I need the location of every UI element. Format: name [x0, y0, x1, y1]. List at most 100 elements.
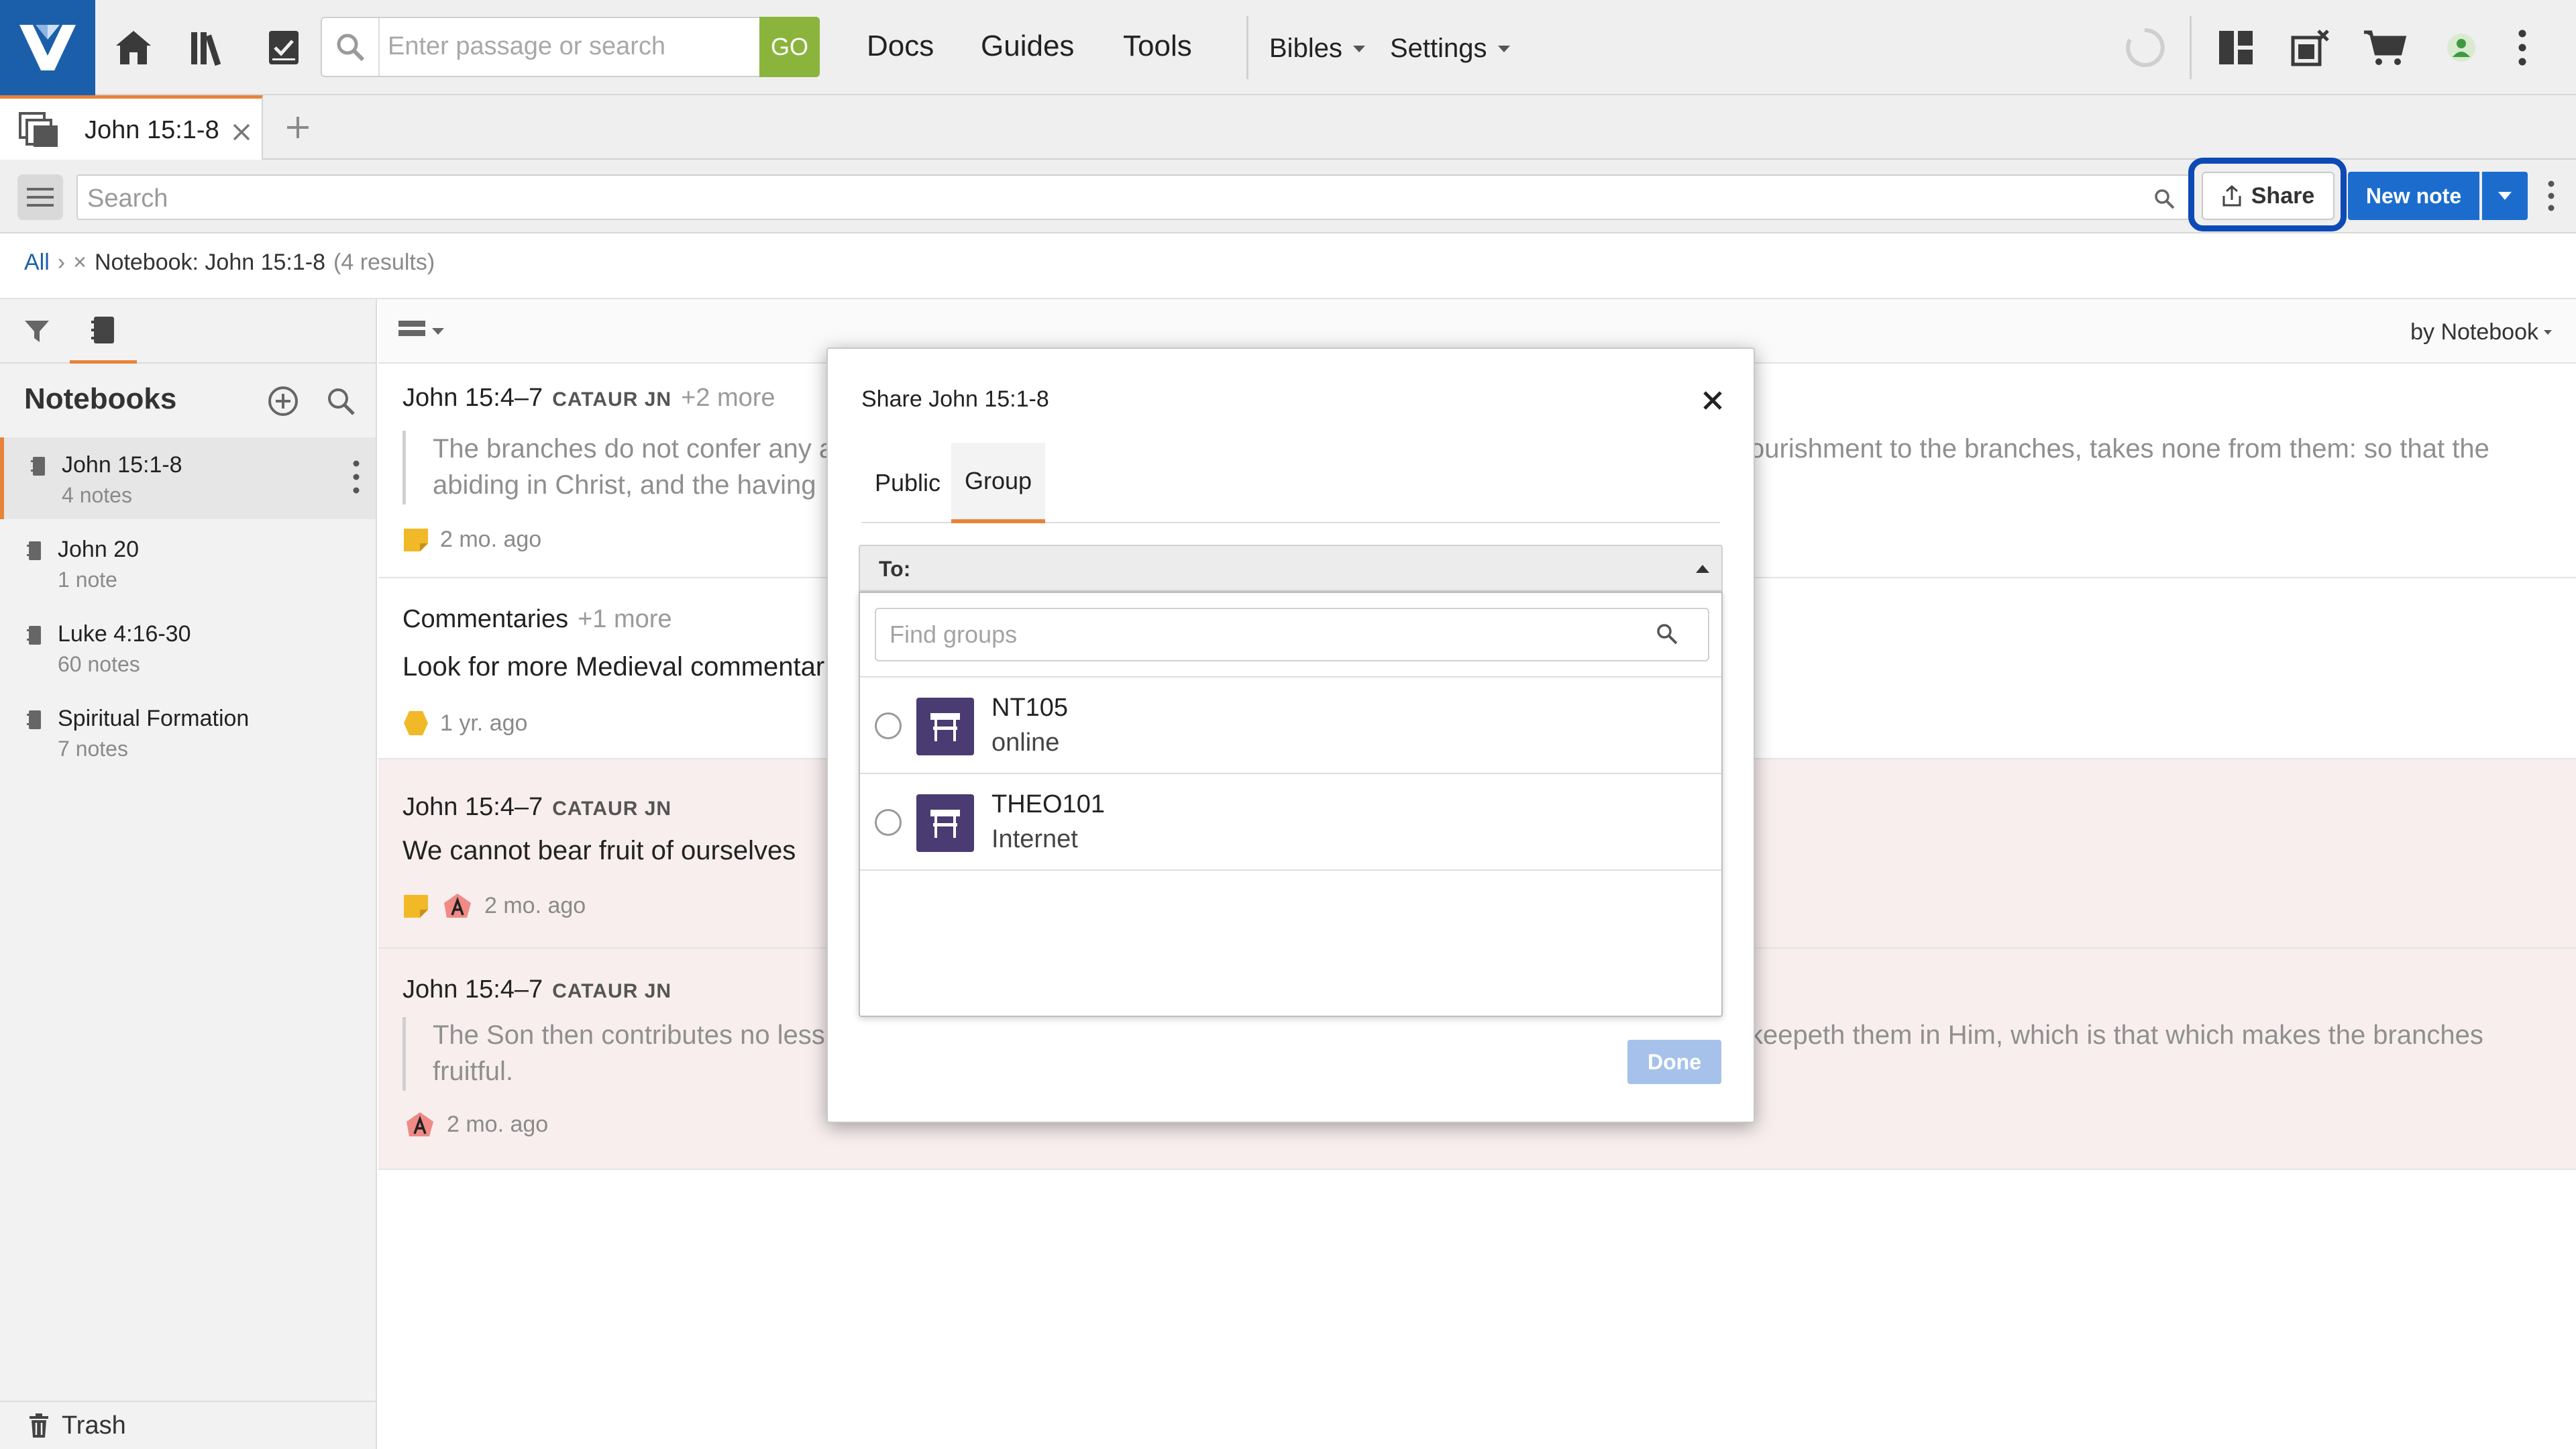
annotation-a-icon [444, 894, 471, 918]
bibles-label: Bibles [1269, 34, 1342, 63]
search-icon[interactable] [326, 386, 356, 416]
notebook-item[interactable]: John 15:1-8 4 notes [0, 437, 376, 519]
user-icon[interactable] [2432, 19, 2490, 76]
quote-text: keepeth them in Him, which is that which… [1750, 1020, 2483, 1050]
note-ref: John 15:4–7 [402, 793, 543, 821]
home-icon[interactable] [105, 19, 162, 76]
trash-icon [30, 1413, 48, 1438]
note-source: CATAUR JN [552, 798, 672, 820]
note-more[interactable]: +1 more [578, 605, 672, 634]
sort-dropdown[interactable]: by Notebook [2410, 319, 2552, 345]
tab-john-15[interactable]: John 15:1-8 [0, 95, 263, 160]
library-icon[interactable] [180, 19, 237, 76]
add-tab-icon[interactable] [286, 115, 310, 140]
sidebar-tabs [0, 299, 377, 364]
tab-label: John 15:1-8 [85, 116, 219, 144]
notebook-count: 60 notes [58, 652, 140, 676]
notebook-title: Luke 4:16-30 [58, 621, 191, 647]
find-groups-input[interactable] [890, 619, 1627, 651]
go-button[interactable]: GO [759, 17, 820, 77]
search-icon[interactable] [322, 18, 380, 76]
share-label: Share [2251, 182, 2315, 209]
note-meta: 1 yr. ago [402, 710, 527, 737]
annotation-a-icon [407, 1112, 433, 1136]
chevron-up-icon [1696, 565, 1709, 573]
note-highlight-icon [404, 529, 428, 551]
notebook-item[interactable]: Spiritual Formation 7 notes [0, 691, 376, 773]
note-body: Look for more Medieval commentar [402, 652, 825, 682]
note-meta: 2 mo. ago [402, 526, 541, 553]
notebook-icon [27, 541, 41, 560]
group-row[interactable]: THEO101 Internet [860, 773, 1721, 869]
toolbar-more-icon[interactable] [2540, 172, 2563, 220]
notes-search-input[interactable] [87, 182, 2100, 215]
cart-icon[interactable] [2356, 19, 2414, 76]
note-source: CATAUR JN [552, 388, 672, 411]
notebook-item[interactable]: Luke 4:16-30 60 notes [0, 606, 376, 688]
add-icon[interactable] [267, 385, 299, 417]
quote-text: The Son then contributes no less [433, 1020, 825, 1050]
notebook-title: Spiritual Formation [58, 706, 250, 731]
close-panels-icon[interactable] [2281, 19, 2339, 76]
find-groups-field [875, 608, 1709, 661]
nav-tools[interactable]: Tools [1123, 30, 1192, 63]
divider [1246, 16, 1248, 79]
note-header: John 15:4–7 CATAUR JN +2 more [402, 384, 775, 413]
trash-item[interactable]: Trash [0, 1401, 376, 1449]
notebook-icon [27, 626, 41, 645]
nav-docs[interactable]: Docs [867, 30, 934, 63]
trash-label: Trash [62, 1411, 126, 1440]
list-view-icon [398, 321, 425, 336]
breadcrumb-all[interactable]: All [24, 250, 50, 276]
more-icon[interactable] [353, 460, 360, 494]
note-ref: John 15:4–7 [402, 975, 543, 1004]
sync-icon[interactable] [2116, 19, 2174, 76]
passage-search: GO [321, 17, 820, 77]
note-header: John 15:4–7 CATAUR JN [402, 793, 672, 822]
close-tab-icon[interactable] [232, 123, 251, 142]
nav-guides[interactable]: Guides [981, 30, 1074, 63]
group-radio[interactable] [875, 712, 902, 739]
top-bar: GO Docs Guides Tools Bibles Settings [0, 0, 2576, 95]
layout-icon[interactable] [2207, 19, 2265, 76]
to-field[interactable]: To: [859, 545, 1723, 592]
menu-button[interactable] [17, 174, 63, 220]
share-button[interactable]: Share [2202, 172, 2334, 220]
note-body: We cannot bear fruit of ourselves [402, 836, 796, 865]
menu-icon [27, 188, 54, 207]
group-subtitle: online [991, 729, 1060, 757]
more-icon[interactable] [2509, 19, 2536, 76]
passage-search-input[interactable] [388, 28, 737, 65]
search-icon[interactable] [2153, 188, 2175, 209]
close-icon[interactable] [1696, 384, 1729, 417]
result-count: (4 results) [333, 250, 435, 275]
checklist-icon[interactable] [255, 19, 313, 76]
chevron-down-icon [432, 328, 444, 335]
tab-group[interactable]: Group [951, 443, 1046, 523]
view-toggle[interactable] [398, 319, 444, 343]
tab-icon [19, 112, 59, 148]
filter-icon[interactable] [13, 299, 60, 364]
bibles-dropdown[interactable]: Bibles [1269, 34, 1365, 64]
group-subtitle: Internet [991, 825, 1078, 853]
note-more[interactable]: +2 more [681, 384, 775, 413]
group-radio[interactable] [875, 809, 902, 836]
notebook-count: 1 note [58, 568, 117, 592]
breadcrumb-separator: › [57, 250, 66, 275]
new-note-dropdown[interactable] [2482, 172, 2528, 220]
settings-dropdown[interactable]: Settings [1390, 34, 1510, 64]
notebook-item[interactable]: John 20 1 note [0, 522, 376, 604]
new-note-button[interactable]: New note [2348, 172, 2479, 220]
breadcrumb-remove[interactable]: × [73, 250, 87, 276]
tab-notebooks[interactable] [70, 299, 137, 364]
breadcrumb-current: Notebook: John 15:1-8 [94, 250, 326, 275]
done-button[interactable]: Done [1627, 1040, 1721, 1084]
search-icon[interactable] [1656, 623, 1678, 645]
logo-icon[interactable] [0, 0, 95, 95]
group-row[interactable]: NT105 online [860, 676, 1721, 773]
quote-text: ourishment to the branches, takes none f… [1750, 434, 2489, 464]
tab-public[interactable]: Public [861, 443, 954, 523]
notebooks-heading: Notebooks [24, 382, 177, 415]
group-name: THEO101 [991, 790, 1105, 818]
note-ref: Commentaries [402, 605, 569, 633]
